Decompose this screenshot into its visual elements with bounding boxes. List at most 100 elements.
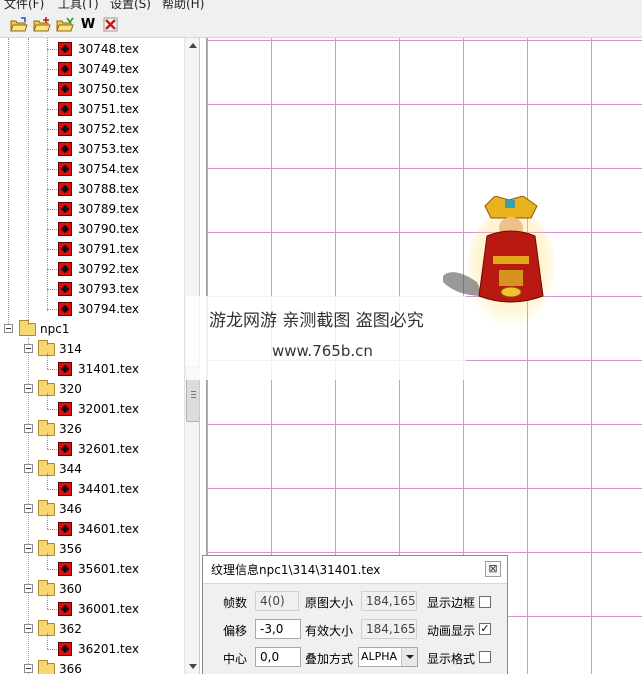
tree-file-item[interactable]: 30793.tex: [0, 279, 184, 299]
collapse-icon[interactable]: [24, 664, 33, 673]
tree-file-item[interactable]: 30794.tex: [0, 299, 184, 319]
menu-tools[interactable]: 工具(T): [58, 0, 99, 12]
tex-file-icon: [58, 442, 72, 456]
tree-file-item[interactable]: 32601.tex: [0, 433, 184, 459]
tree-folder-label: 356: [59, 542, 82, 556]
folder-icon: [38, 660, 55, 674]
tex-file-icon: [58, 102, 72, 116]
tree-folder-label: 326: [59, 422, 82, 436]
tree-file-item[interactable]: 30754.tex: [0, 159, 184, 179]
tree-file-label: 32001.tex: [78, 402, 139, 416]
show-border-checkbox[interactable]: [479, 596, 491, 608]
tree-folder-item[interactable]: 356: [0, 539, 184, 559]
tree-folder-label: 344: [59, 462, 82, 476]
collapse-icon[interactable]: [24, 424, 33, 433]
tex-file-icon: [58, 282, 72, 296]
tree-file-item[interactable]: 31401.tex: [0, 353, 184, 379]
delete-icon[interactable]: [102, 17, 120, 33]
tree-folder-item[interactable]: 366: [0, 659, 184, 674]
menu-help[interactable]: 帮助(H): [162, 0, 204, 12]
anim-display-checkbox[interactable]: ✓: [479, 623, 491, 635]
tree-folder-npc1[interactable]: npc1: [0, 319, 184, 339]
tree-file-item[interactable]: 32001.tex: [0, 393, 184, 419]
tree-file-label: 36201.tex: [78, 642, 139, 656]
open-folder-green-icon[interactable]: [56, 17, 74, 33]
orig-size-field: 184,165: [361, 591, 417, 611]
collapse-icon[interactable]: [24, 584, 33, 593]
tree-folder-item[interactable]: 360: [0, 579, 184, 599]
toolbar: W: [0, 12, 642, 38]
tree-file-label: 31401.tex: [78, 362, 139, 376]
watermark-url: www.765b.cn: [272, 342, 373, 360]
offset-label: 偏移: [223, 624, 248, 638]
tree-file-item[interactable]: 36001.tex: [0, 593, 184, 619]
tex-file-icon: [58, 522, 72, 536]
tree-folder-item[interactable]: 362: [0, 619, 184, 639]
tree-file-item[interactable]: 30750.tex: [0, 79, 184, 99]
center-input[interactable]: 0,0: [255, 647, 301, 667]
panel-title: 纹理信息npc1\314\31401.tex: [211, 563, 381, 577]
tex-file-icon: [58, 302, 72, 316]
menu-file[interactable]: 文件(F): [4, 0, 44, 12]
tree-folder-item[interactable]: 346: [0, 499, 184, 519]
offset-input[interactable]: -3,0: [255, 619, 301, 639]
tree-file-item[interactable]: 35601.tex: [0, 553, 184, 579]
panel-titlebar[interactable]: 纹理信息npc1\314\31401.tex ⊠: [203, 556, 507, 582]
collapse-icon[interactable]: [24, 344, 33, 353]
chevron-down-icon[interactable]: [401, 648, 417, 666]
tex-file-icon: [58, 82, 72, 96]
tex-file-icon: [58, 42, 72, 56]
tree-file-item[interactable]: 30788.tex: [0, 179, 184, 199]
valid-size-label: 有效大小: [305, 624, 354, 638]
blend-mode-select[interactable]: ALPHA: [358, 647, 418, 667]
tree-file-label: 34601.tex: [78, 522, 139, 536]
tree-file-item[interactable]: 34401.tex: [0, 473, 184, 499]
open-folder-add-icon[interactable]: [33, 17, 51, 33]
tree-file-item[interactable]: 30751.tex: [0, 99, 184, 119]
tree-file-item[interactable]: 30752.tex: [0, 119, 184, 139]
tree-file-item[interactable]: 30748.tex: [0, 39, 184, 59]
tree-file-item[interactable]: 30792.tex: [0, 259, 184, 279]
collapse-icon[interactable]: [24, 384, 33, 393]
tree-folder-item[interactable]: 326: [0, 419, 184, 439]
tree-file-label: 32601.tex: [78, 442, 139, 456]
show-format-checkbox[interactable]: [479, 651, 491, 663]
tex-file-icon: [58, 162, 72, 176]
tree-folder-item[interactable]: 320: [0, 379, 184, 399]
tex-file-icon: [58, 642, 72, 656]
tree-file-item[interactable]: 30791.tex: [0, 239, 184, 259]
w-label-icon[interactable]: W: [79, 17, 97, 33]
show-border-label: 显示边框: [427, 596, 476, 610]
tree-file-item[interactable]: 36201.tex: [0, 633, 184, 659]
tex-file-icon: [58, 362, 72, 376]
tree-folder-item[interactable]: 314: [0, 339, 184, 359]
scroll-down-arrow-icon[interactable]: [185, 658, 199, 674]
tree-folder-item[interactable]: 344: [0, 459, 184, 479]
menu-settings[interactable]: 设置(S): [110, 0, 151, 12]
collapse-icon[interactable]: [4, 324, 13, 333]
tex-file-icon: [58, 602, 72, 616]
open-folder-icon[interactable]: [10, 17, 28, 33]
tree-file-label: 30788.tex: [78, 182, 139, 196]
tex-file-icon: [58, 222, 72, 236]
tree-file-label: 30794.tex: [78, 302, 139, 316]
tex-file-icon: [58, 122, 72, 136]
tree-file-item[interactable]: 30753.tex: [0, 139, 184, 159]
scroll-up-arrow-icon[interactable]: [185, 38, 199, 54]
tex-file-icon: [58, 402, 72, 416]
collapse-icon[interactable]: [24, 544, 33, 553]
tree-file-item[interactable]: 30790.tex: [0, 219, 184, 239]
file-tree: 30748.tex 30749.tex 30750.tex 30751.tex …: [0, 38, 184, 674]
orig-size-label: 原图大小: [305, 596, 354, 610]
close-icon[interactable]: ⊠: [485, 561, 501, 577]
collapse-icon[interactable]: [24, 504, 33, 513]
center-label: 中心: [223, 652, 248, 666]
menu-bar: 文件(F) 工具(T) 设置(S) 帮助(H): [0, 0, 642, 12]
tree-file-item[interactable]: 34601.tex: [0, 513, 184, 539]
anim-display-label: 动画显示: [427, 624, 476, 638]
collapse-icon[interactable]: [24, 464, 33, 473]
tree-file-item[interactable]: 30789.tex: [0, 199, 184, 219]
collapse-icon[interactable]: [24, 624, 33, 633]
tree-file-item[interactable]: 30749.tex: [0, 59, 184, 79]
tree-file-label: 30791.tex: [78, 242, 139, 256]
